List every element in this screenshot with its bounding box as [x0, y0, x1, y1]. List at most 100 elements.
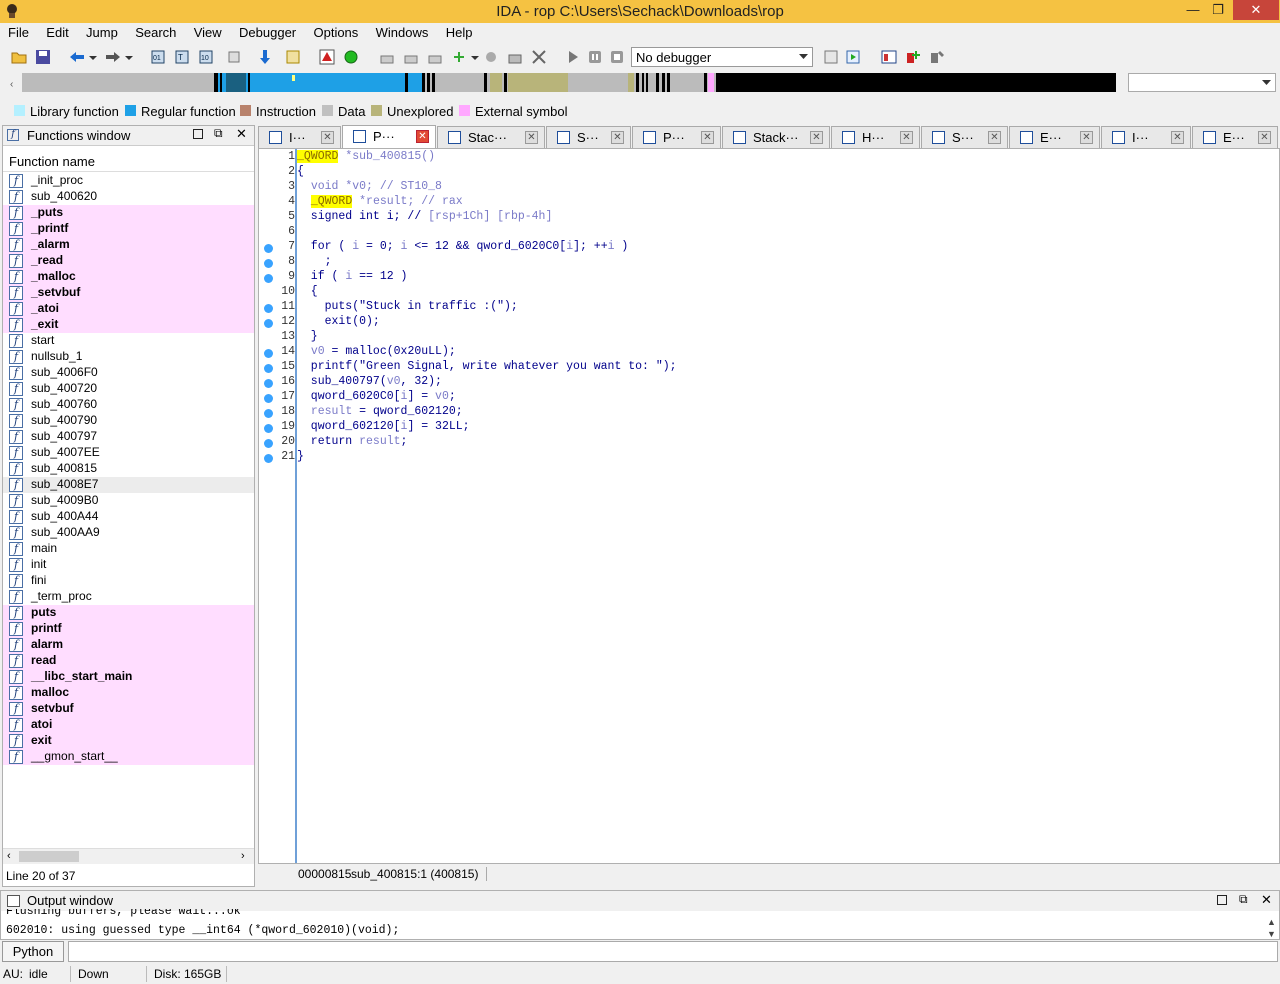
jump-down-icon[interactable]	[256, 48, 274, 66]
function-row[interactable]: f _atoi	[3, 301, 254, 317]
menu-jump[interactable]: Jump	[86, 23, 118, 40]
tab-close-icon[interactable]: ✕	[416, 130, 429, 143]
back-arrow-icon[interactable]	[68, 48, 86, 66]
breakpoint-dot[interactable]	[264, 364, 273, 373]
minimize-button[interactable]: —	[1183, 0, 1203, 20]
function-row[interactable]: f sub_4007EE	[3, 445, 254, 461]
tab-close-icon[interactable]: ✕	[900, 131, 913, 144]
view-tab[interactable]: S··· ✕	[546, 126, 631, 148]
breakpoint-dot[interactable]	[264, 259, 273, 268]
breakpoint-dot[interactable]	[264, 319, 273, 328]
refresh-process-icon[interactable]	[844, 48, 862, 66]
stop-icon[interactable]	[608, 48, 626, 66]
python-command-input[interactable]	[68, 941, 1278, 962]
forward-dropdown-icon[interactable]	[124, 48, 134, 66]
float-panel-icon[interactable]: ⧉	[1239, 892, 1248, 907]
function-row[interactable]: f sub_4009B0	[3, 493, 254, 509]
function-row[interactable]: f _printf	[3, 221, 254, 237]
tab-close-icon[interactable]: ✕	[701, 131, 714, 144]
restore-panel-icon[interactable]	[1217, 895, 1227, 905]
menu-view[interactable]: View	[194, 23, 222, 40]
function-row[interactable]: f start	[3, 333, 254, 349]
function-row[interactable]: f sub_400815	[3, 461, 254, 477]
pause-icon[interactable]	[586, 48, 604, 66]
breakpoint-dot[interactable]	[264, 394, 273, 403]
nav-segment-select[interactable]	[1128, 73, 1276, 92]
menu-options[interactable]: Options	[313, 23, 358, 40]
function-row[interactable]: f _puts	[3, 205, 254, 221]
save-icon[interactable]	[34, 48, 52, 66]
tab-close-icon[interactable]: ✕	[525, 131, 538, 144]
menu-windows[interactable]: Windows	[376, 23, 429, 40]
function-row[interactable]: f init	[3, 557, 254, 573]
attach-process-icon[interactable]	[822, 48, 840, 66]
breakpoint-dot[interactable]	[264, 304, 273, 313]
tab-close-icon[interactable]: ✕	[1258, 131, 1271, 144]
scroll-right-icon[interactable]: ›	[241, 850, 245, 862]
make-string-icon[interactable]	[426, 48, 444, 66]
function-row[interactable]: f malloc	[3, 685, 254, 701]
view-tab[interactable]: Stack··· ✕	[722, 126, 830, 148]
function-row[interactable]: f sub_400620	[3, 189, 254, 205]
search-next-icon[interactable]	[226, 48, 244, 66]
breakpoint-dot[interactable]	[264, 244, 273, 253]
function-row[interactable]: f _term_proc	[3, 589, 254, 605]
view-tab[interactable]: P··· ✕	[632, 126, 721, 148]
view-tab[interactable]: I··· ✕	[1101, 126, 1191, 148]
float-panel-icon[interactable]: ⧉	[214, 126, 223, 141]
function-row[interactable]: f _exit	[3, 317, 254, 333]
function-row[interactable]: f sub_400797	[3, 429, 254, 445]
function-row[interactable]: f atoi	[3, 717, 254, 733]
function-row[interactable]: f __libc_start_main	[3, 669, 254, 685]
menu-search[interactable]: Search	[135, 23, 176, 40]
run-green-icon[interactable]	[342, 48, 360, 66]
scrollbar-thumb[interactable]	[19, 851, 79, 862]
python-button[interactable]: Python	[2, 941, 64, 962]
delete-icon[interactable]	[530, 48, 548, 66]
function-row[interactable]: f fini	[3, 573, 254, 589]
maximize-button[interactable]: ❐	[1207, 0, 1229, 20]
make-code-icon[interactable]	[378, 48, 396, 66]
tab-close-icon[interactable]: ✕	[988, 131, 1001, 144]
scroll-up-icon[interactable]: ▲	[1267, 917, 1276, 927]
text-search-icon[interactable]: T	[174, 48, 192, 66]
close-panel-icon[interactable]: ✕	[236, 126, 247, 142]
pseudocode-view[interactable]: 1 2 3 4 5 6 7 8 9 10 11 12 13 14 15 16 17 18 19 20 21 _QWORD…	[258, 148, 1280, 864]
breakpoint-dot[interactable]	[264, 454, 273, 463]
horizontal-scrollbar[interactable]: ‹ ›	[3, 848, 254, 864]
view-tab[interactable]: Stac··· ✕	[437, 126, 545, 148]
open-folder-icon[interactable]	[10, 48, 28, 66]
tab-close-icon[interactable]: ✕	[321, 131, 334, 144]
forward-arrow-icon[interactable]	[104, 48, 122, 66]
menu-debugger[interactable]: Debugger	[239, 23, 296, 40]
navigation-strip[interactable]	[22, 73, 1116, 92]
breakpoint-dot[interactable]	[264, 424, 273, 433]
graph-icon[interactable]	[318, 48, 336, 66]
function-row[interactable]: f printf	[3, 621, 254, 637]
view-tab[interactable]: I··· ✕	[258, 126, 341, 148]
function-row[interactable]: f _init_proc	[3, 173, 254, 189]
close-button[interactable]: ✕	[1233, 0, 1279, 20]
function-row[interactable]: f sub_400790	[3, 413, 254, 429]
function-name-column-header[interactable]: Function name	[3, 152, 254, 172]
bin-search-icon[interactable]: 01	[150, 48, 168, 66]
imm-search-icon[interactable]: 10	[198, 48, 216, 66]
function-row[interactable]: f sub_400720	[3, 381, 254, 397]
make-array-icon[interactable]	[450, 48, 468, 66]
view-tab[interactable]: E··· ✕	[1009, 126, 1100, 148]
function-row[interactable]: f main	[3, 541, 254, 557]
function-row[interactable]: f read	[3, 653, 254, 669]
nav-left-arrow-icon[interactable]: ‹	[8, 75, 20, 91]
function-row[interactable]: f alarm	[3, 637, 254, 653]
function-row[interactable]: f _malloc	[3, 269, 254, 285]
windows-list-icon[interactable]	[880, 48, 898, 66]
script-icon[interactable]	[284, 48, 302, 66]
view-tab[interactable]: H··· ✕	[831, 126, 920, 148]
function-row[interactable]: f sub_400AA9	[3, 525, 254, 541]
scroll-left-icon[interactable]: ‹	[7, 850, 11, 862]
make-data-icon[interactable]	[402, 48, 420, 66]
restore-panel-icon[interactable]	[193, 129, 203, 139]
view-tab[interactable]: E··· ✕	[1192, 126, 1278, 148]
breakpoint-dot[interactable]	[264, 349, 273, 358]
menu-file[interactable]: File	[8, 23, 29, 40]
